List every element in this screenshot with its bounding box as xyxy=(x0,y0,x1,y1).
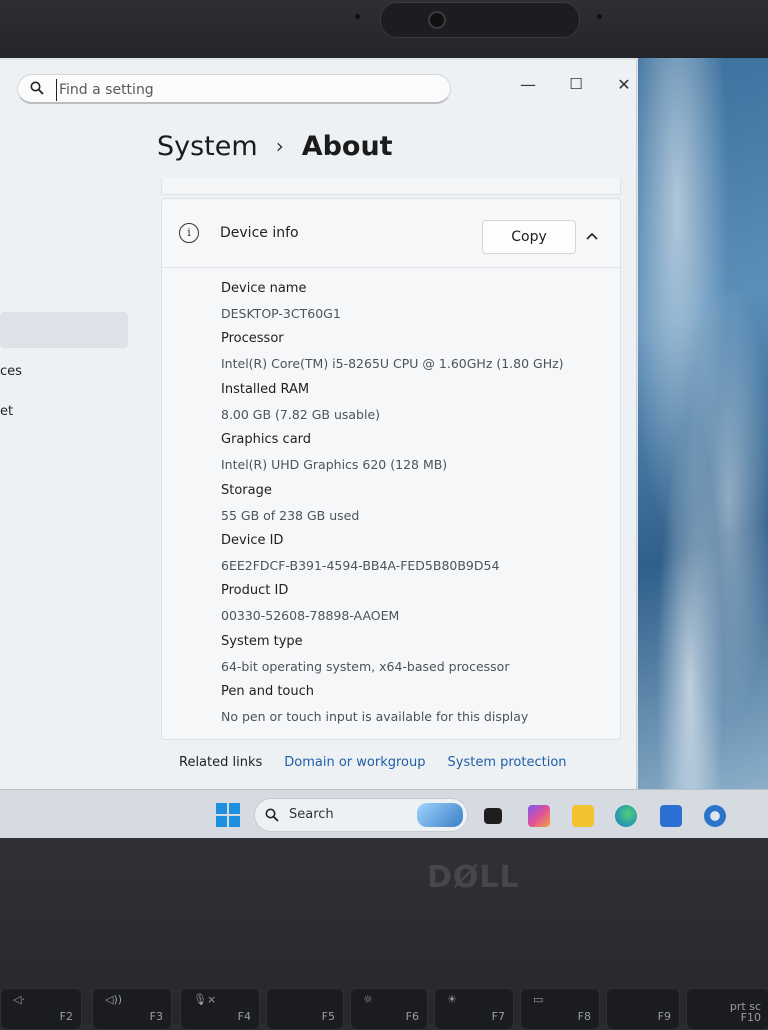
sensor-dot xyxy=(597,14,602,19)
task-view-icon[interactable] xyxy=(484,808,502,824)
maximize-button[interactable]: ☐ xyxy=(556,70,596,98)
dell-logo: DØLL xyxy=(427,860,520,895)
sensor-dot xyxy=(355,14,360,19)
device-info-title: Device info xyxy=(220,225,299,241)
spec-value: DESKTOP-3CT60G1 xyxy=(221,306,341,321)
key-label: F4 xyxy=(237,1010,251,1023)
spec-pen-and-touch: Pen and touch No pen or touch input is a… xyxy=(221,680,611,730)
page-title: About xyxy=(301,130,393,162)
display-switch-icon: ▭ xyxy=(533,993,544,1006)
link-domain-or-workgroup[interactable]: Domain or workgroup xyxy=(284,755,425,770)
taskbar: Search xyxy=(0,789,768,838)
spec-label: System type xyxy=(221,633,303,649)
settings-search-box[interactable] xyxy=(17,74,451,104)
brightness-down-icon: ☼ xyxy=(363,993,373,1006)
key-label: prt sc F10 xyxy=(729,1000,761,1024)
key-label: F3 xyxy=(149,1010,163,1023)
webcam-icon xyxy=(428,11,446,29)
spec-label: Graphics card xyxy=(221,432,312,448)
store-icon[interactable] xyxy=(660,805,682,827)
spec-graphics-card: Graphics card Intel(R) UHD Graphics 620 … xyxy=(221,428,611,478)
spec-value: Intel(R) Core(TM) i5-8265U CPU @ 1.60GHz… xyxy=(221,356,564,372)
info-icon: i xyxy=(179,223,199,243)
spec-label: Processor xyxy=(221,331,284,347)
spec-value: 8.00 GB (7.82 GB usable) xyxy=(221,406,381,422)
chevron-right-icon: › xyxy=(275,134,284,158)
spec-installed-ram: Installed RAM 8.00 GB (7.82 GB usable) xyxy=(221,378,611,428)
search-icon xyxy=(30,81,44,95)
webcam-housing xyxy=(380,2,580,38)
spec-label: Installed RAM xyxy=(221,381,310,397)
copilot-icon[interactable] xyxy=(528,805,550,827)
settings-icon[interactable] xyxy=(704,805,726,827)
sidebar-item-system-selected[interactable] xyxy=(0,312,128,348)
related-links-title: Related links xyxy=(179,754,263,770)
device-specs-list: Device name DESKTOP-3CT60G1 Processor In… xyxy=(221,277,611,731)
spec-product-id: Product ID 00330-52608-78898-AAOEM xyxy=(221,579,611,629)
spec-value: 64-bit operating system, x64-based proce… xyxy=(221,658,510,674)
search-icon xyxy=(265,808,279,822)
brightness-up-icon: ☀ xyxy=(447,993,457,1006)
spec-label: Pen and touch xyxy=(221,684,315,700)
chevron-up-icon[interactable] xyxy=(580,225,604,247)
desktop-wallpaper xyxy=(638,58,768,798)
copy-button[interactable]: Copy xyxy=(482,220,576,254)
spec-value: No pen or touch input is available for t… xyxy=(221,709,529,725)
spec-device-name: Device name DESKTOP-3CT60G1 xyxy=(221,277,611,327)
spec-value: Intel(R) UHD Graphics 620 (128 MB) xyxy=(221,457,448,473)
spec-device-id: Device ID 6EE2FDCF-B391-4594-BB4A-FED5B8… xyxy=(221,529,611,579)
breadcrumb-parent[interactable]: System xyxy=(157,131,258,162)
spec-label: Device ID xyxy=(221,532,284,548)
key-label: F9 xyxy=(657,1010,671,1023)
key-label: F2 xyxy=(59,1010,73,1023)
key-label: F7 xyxy=(491,1010,505,1023)
taskbar-search-label: Search xyxy=(289,807,334,822)
device-info-card: i Device info Copy Device name DESKTOP-3… xyxy=(161,198,621,740)
laptop-bezel xyxy=(0,0,768,58)
close-button[interactable]: ✕ xyxy=(604,70,644,98)
device-info-header[interactable]: i Device info Copy xyxy=(162,199,620,268)
link-system-protection[interactable]: System protection xyxy=(448,755,567,770)
laptop-chassis: DØLL ◁· F2 ◁)) F3 🎙× F4 F5 ☼ F6 ☀ F7 ▭ F8 F9 p… xyxy=(0,838,768,1030)
previous-card-edge xyxy=(161,178,621,195)
search-input[interactable] xyxy=(56,79,441,101)
key-label: F6 xyxy=(405,1010,419,1023)
spec-label: Device name xyxy=(221,281,307,296)
volume-mute-icon: ◁· xyxy=(13,993,25,1006)
minimize-button[interactable]: — xyxy=(508,70,548,98)
settings-sidebar: ces et xyxy=(0,120,150,780)
spec-value: 55 GB of 238 GB used xyxy=(221,507,360,523)
volume-up-icon: ◁)) xyxy=(105,993,123,1006)
spec-label: Product ID xyxy=(221,583,289,599)
spec-storage: Storage 55 GB of 238 GB used xyxy=(221,479,611,529)
windows-start-icon[interactable] xyxy=(216,803,240,827)
sidebar-item-fragment[interactable]: et xyxy=(0,404,13,419)
key-label: F8 xyxy=(577,1010,591,1023)
mic-mute-icon: 🎙× xyxy=(193,993,217,1006)
taskbar-search[interactable]: Search xyxy=(254,798,468,832)
screen: — ☐ ✕ ces et System › About i Device inf… xyxy=(0,58,768,838)
file-explorer-icon[interactable] xyxy=(572,805,594,827)
spec-system-type: System type 64-bit operating system, x64… xyxy=(221,630,611,680)
spec-value: 6EE2FDCF-B391-4594-BB4A-FED5B80B9D54 xyxy=(221,557,500,573)
edge-icon[interactable] xyxy=(615,805,637,827)
spec-value: 00330-52608-78898-AAOEM xyxy=(221,608,400,624)
sidebar-item-fragment[interactable]: ces xyxy=(0,364,22,379)
key-label: F5 xyxy=(321,1010,335,1023)
spec-processor: Processor Intel(R) Core(TM) i5-8265U CPU… xyxy=(221,327,611,377)
settings-window: — ☐ ✕ ces et System › About i Device inf… xyxy=(0,60,637,790)
spec-label: Storage xyxy=(221,482,272,498)
search-highlight-icon xyxy=(417,803,463,827)
related-links-bar: Related links Domain or workgroup System… xyxy=(161,742,619,782)
breadcrumb: System › About xyxy=(157,126,393,166)
